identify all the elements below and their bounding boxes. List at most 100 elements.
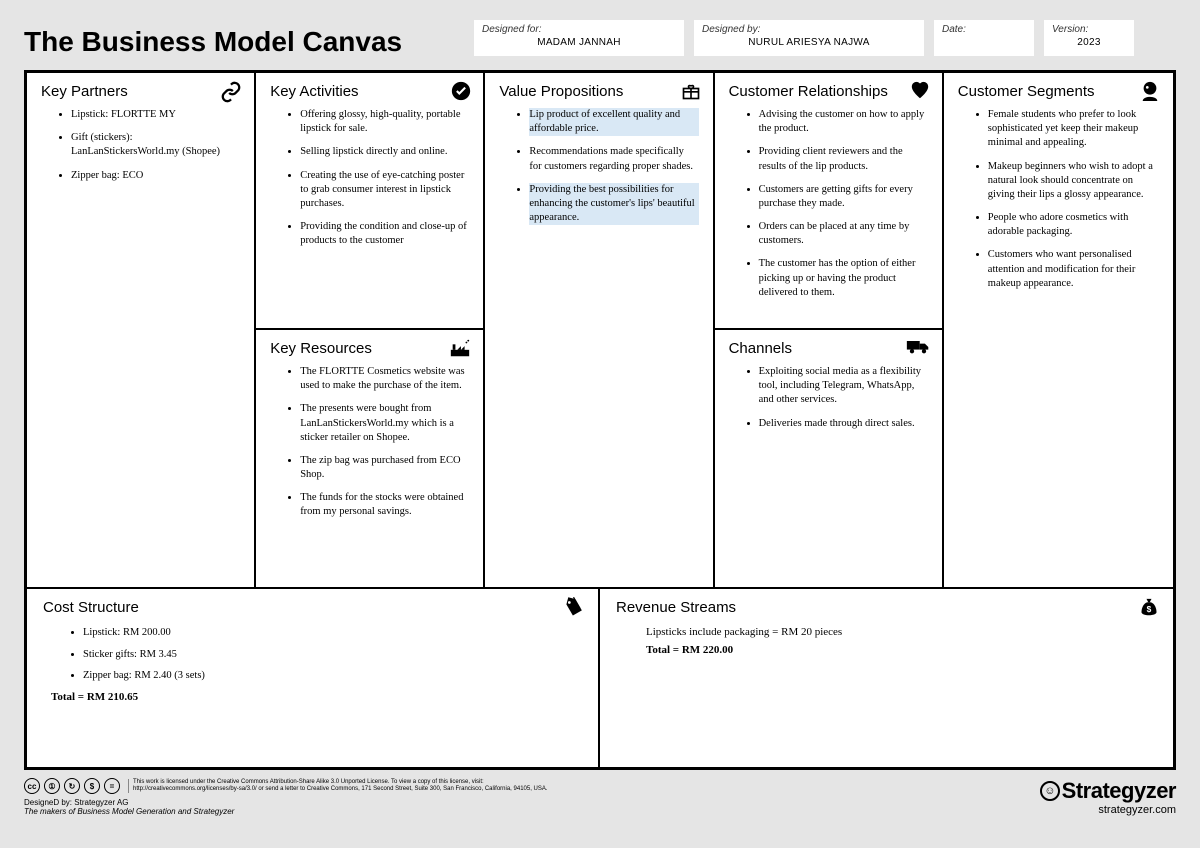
cc-nd-icon: = — [104, 778, 120, 794]
money-bag-icon: $ — [1139, 597, 1159, 619]
list-item: Providing client reviewers and the resul… — [759, 145, 928, 173]
list-item: Selling lipstick directly and online. — [300, 145, 469, 159]
factory-icon — [449, 338, 471, 358]
customer-relationships-cell: Customer Relationships Advising the cust… — [715, 73, 944, 330]
list-item: Female students who prefer to look sophi… — [988, 108, 1159, 151]
page-title: The Business Model Canvas — [24, 20, 464, 58]
channels-list: Exploiting social media as a flexibility… — [729, 365, 928, 431]
cost-total: Total = RM 210.65 — [43, 691, 582, 703]
brand-name: Strategyzer — [1062, 778, 1176, 804]
designed-for-value: MADAM JANNAH — [482, 35, 676, 48]
revenue-streams-cell: Revenue Streams $ Lipsticks include pack… — [600, 589, 1173, 767]
customer-segments-title: Customer Segments — [958, 83, 1159, 100]
customer-relationships-list: Advising the customer on how to apply th… — [729, 108, 928, 300]
list-item: The presents were bought from LanLanStic… — [300, 402, 469, 445]
list-item: Providing the best possibilities for enh… — [529, 183, 698, 226]
brand-url: strategyzer.com — [1040, 804, 1176, 816]
channels-cell: Channels Exploiting social media as a fl… — [715, 330, 944, 587]
key-partners-list: Lipstick: FLORTTE MY Gift (stickers): La… — [41, 108, 240, 183]
cost-structure-cell: Cost Structure Lipstick: RM 200.00 Stick… — [27, 589, 600, 767]
header: The Business Model Canvas Designed for: … — [24, 20, 1176, 58]
cc-by-icon: ① — [44, 778, 60, 794]
person-icon — [1139, 81, 1161, 101]
list-item: Zipper bag: ECO — [71, 169, 240, 183]
credits: DesigneD by: Strategyzer AG The makers o… — [24, 798, 548, 816]
list-item: Gift (stickers): LanLanStickersWorld.my … — [71, 131, 240, 159]
list-item: Providing the condition and close-up of … — [300, 220, 469, 248]
list-item: The funds for the stocks were obtained f… — [300, 491, 469, 519]
designed-for-box: Designed for: MADAM JANNAH — [474, 20, 684, 56]
list-item: Makeup beginners who wish to adopt a nat… — [988, 160, 1159, 203]
footer: cc ① ↻ $ = This work is licensed under t… — [24, 778, 1176, 816]
canvas: Key Partners Lipstick: FLORTTE MY Gift (… — [24, 70, 1176, 770]
list-item: Offering glossy, high-quality, portable … — [300, 108, 469, 136]
revenue-total: Total = RM 220.00 — [616, 644, 1157, 656]
designed-by-label: Designed by: — [702, 24, 916, 35]
version-box: Version: 2023 — [1044, 20, 1134, 56]
brand-logo: ☺ Strategyzer — [1040, 778, 1176, 804]
cost-structure-title: Cost Structure — [43, 599, 582, 616]
key-resources-list: The FLORTTE Cosmetics website was used t… — [270, 365, 469, 520]
customer-relationships-title: Customer Relationships — [729, 83, 928, 100]
version-label: Version: — [1052, 24, 1126, 35]
tag-icon — [562, 597, 584, 619]
key-partners-title: Key Partners — [41, 83, 240, 100]
list-item: Lip product of excellent quality and aff… — [529, 108, 698, 136]
designed-for-label: Designed for: — [482, 24, 676, 35]
svg-text:$: $ — [1147, 604, 1152, 614]
gift-icon — [681, 81, 701, 101]
footer-right: ☺ Strategyzer strategyzer.com — [1040, 778, 1176, 816]
credits-value: Strategyzer AG — [74, 798, 128, 807]
list-item: The customer has the option of either pi… — [759, 257, 928, 300]
value-propositions-cell: Value Propositions Lip product of excell… — [485, 73, 714, 587]
cc-icon: cc — [24, 778, 40, 794]
list-item: Sticker gifts: RM 3.45 — [83, 648, 582, 663]
customer-segments-list: Female students who prefer to look sophi… — [958, 108, 1159, 291]
list-item: Orders can be placed at any time by cust… — [759, 220, 928, 248]
link-icon — [220, 81, 242, 103]
list-item: Customers are getting gifts for every pu… — [759, 183, 928, 211]
truck-icon — [906, 338, 930, 356]
designed-by-value: NURUL ARIESYA NAJWA — [702, 35, 916, 48]
list-item: Customers who want personalised attentio… — [988, 248, 1159, 291]
list-item: The FLORTTE Cosmetics website was used t… — [300, 365, 469, 393]
cc-icons-row: cc ① ↻ $ = This work is licensed under t… — [24, 778, 548, 794]
list-item: Advising the customer on how to apply th… — [759, 108, 928, 136]
key-partners-cell: Key Partners Lipstick: FLORTTE MY Gift (… — [27, 73, 256, 587]
cost-structure-list: Lipstick: RM 200.00 Sticker gifts: RM 3.… — [43, 626, 582, 684]
key-activities-title: Key Activities — [270, 83, 469, 100]
bottom-grid: Cost Structure Lipstick: RM 200.00 Stick… — [27, 587, 1173, 767]
key-resources-title: Key Resources — [270, 340, 469, 357]
value-propositions-title: Value Propositions — [499, 83, 698, 100]
revenue-line: Lipsticks include packaging = RM 20 piec… — [616, 626, 1157, 638]
cc-nc-icon: $ — [84, 778, 100, 794]
key-resources-cell: Key Resources The FLORTTE Cosmetics webs… — [256, 330, 485, 587]
list-item: Recommendations made specifically for cu… — [529, 145, 698, 173]
list-item: People who adore cosmetics with adorable… — [988, 211, 1159, 239]
customer-segments-cell: Customer Segments Female students who pr… — [944, 73, 1173, 587]
list-item: Exploiting social media as a flexibility… — [759, 365, 928, 408]
license-text: This work is licensed under the Creative… — [128, 779, 548, 793]
heart-icon — [910, 81, 930, 99]
checkmark-icon — [451, 81, 471, 101]
date-value — [942, 35, 1026, 37]
date-label: Date: — [942, 24, 1026, 35]
credits-label: DesigneD by: — [24, 798, 72, 807]
top-grid: Key Partners Lipstick: FLORTTE MY Gift (… — [27, 73, 1173, 587]
key-activities-cell: Key Activities Offering glossy, high-qua… — [256, 73, 485, 330]
key-activities-list: Offering glossy, high-quality, portable … — [270, 108, 469, 248]
revenue-streams-title: Revenue Streams — [616, 599, 1157, 616]
designed-by-box: Designed by: NURUL ARIESYA NAJWA — [694, 20, 924, 56]
list-item: Creating the use of eye-catching poster … — [300, 169, 469, 212]
channels-title: Channels — [729, 340, 928, 357]
value-propositions-list: Lip product of excellent quality and aff… — [499, 108, 698, 225]
list-item: The zip bag was purchased from ECO Shop. — [300, 454, 469, 482]
list-item: Lipstick: FLORTTE MY — [71, 108, 240, 122]
footer-left: cc ① ↻ $ = This work is licensed under t… — [24, 778, 548, 816]
credits-sub: The makers of Business Model Generation … — [24, 807, 234, 816]
list-item: Zipper bag: RM 2.40 (3 sets) — [83, 669, 582, 684]
list-item: Lipstick: RM 200.00 — [83, 626, 582, 641]
date-box: Date: — [934, 20, 1034, 56]
brand-mark-icon: ☺ — [1040, 781, 1060, 801]
list-item: Deliveries made through direct sales. — [759, 417, 928, 431]
